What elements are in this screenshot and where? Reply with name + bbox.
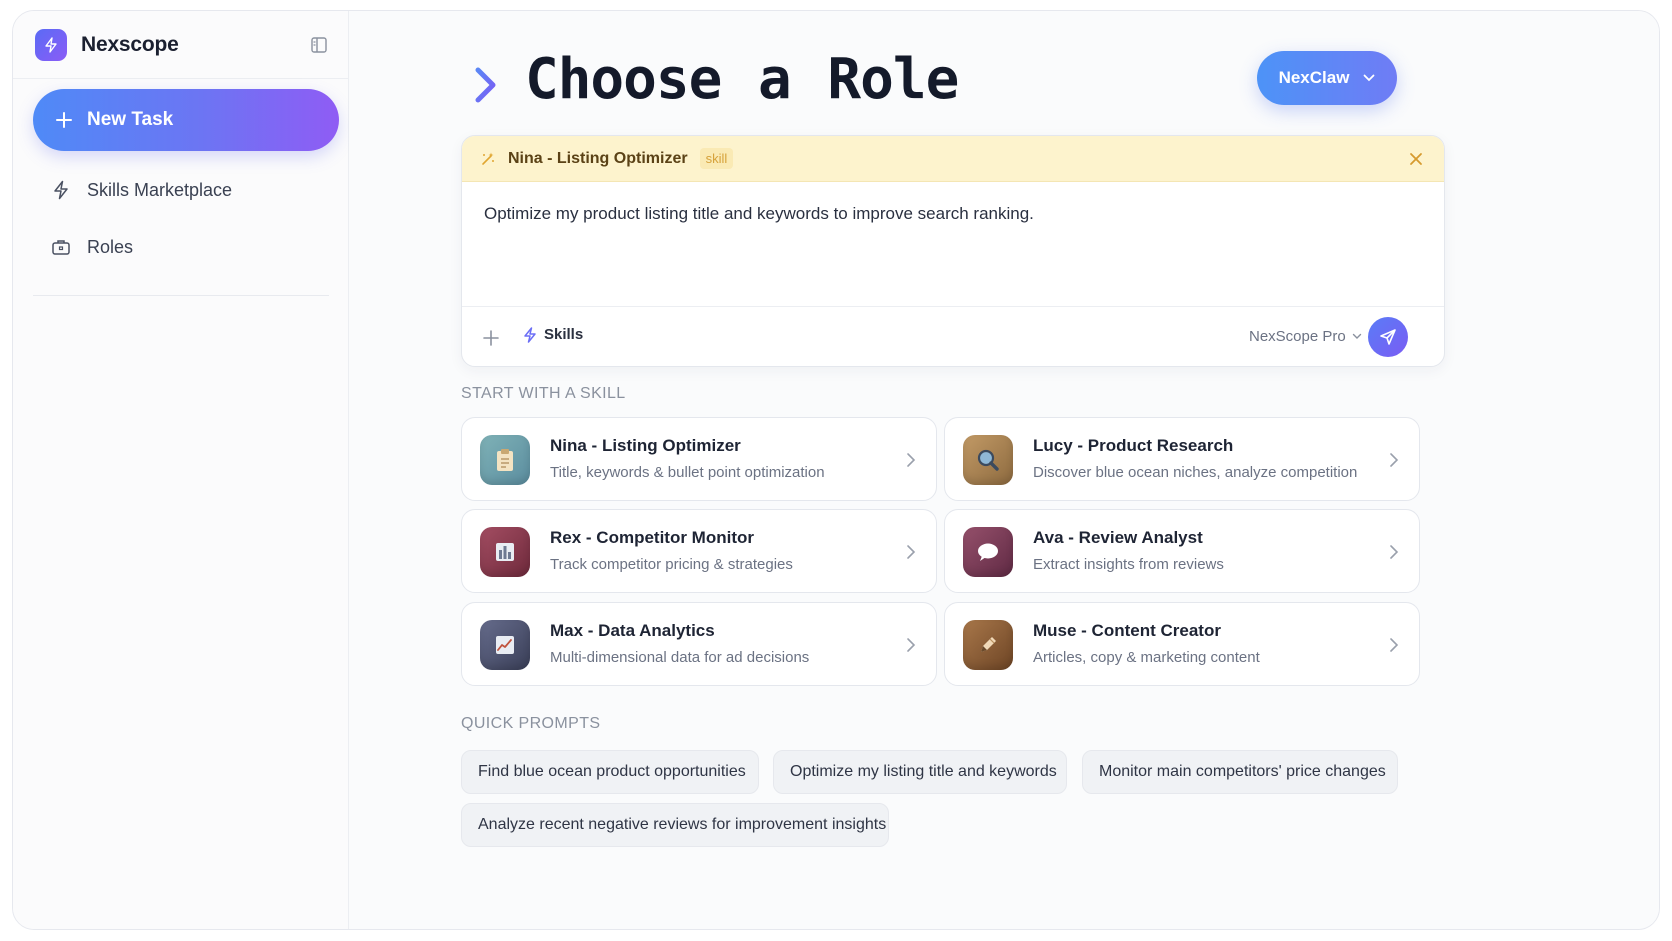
- chevron-right-icon: [907, 453, 916, 467]
- model-select[interactable]: NexScope Pro: [1249, 328, 1362, 345]
- task-composer: Nina - Listing Optimizer skill Optimize …: [461, 135, 1445, 367]
- divider: [33, 295, 329, 296]
- skill-card-rex[interactable]: Rex - Competitor Monitor Track competito…: [461, 509, 937, 593]
- quick-prompt-chip[interactable]: Analyze recent negative reviews for impr…: [461, 803, 889, 847]
- chevron-right-icon: [907, 545, 916, 559]
- sidebar: Nexscope New Task Skills Marketplace Rol…: [13, 11, 349, 929]
- speech-bubble-icon: [963, 527, 1013, 577]
- quick-prompt-chip[interactable]: Find blue ocean product opportunities: [461, 750, 759, 794]
- paper-plane-icon: [1380, 329, 1396, 345]
- app-name: Nexscope: [81, 32, 179, 56]
- chevron-right-icon: [1390, 545, 1399, 559]
- new-task-label: New Task: [87, 109, 174, 130]
- skill-card-title: Ava - Review Analyst: [1033, 528, 1203, 547]
- bar-chart-icon: [480, 527, 530, 577]
- skill-card-max[interactable]: Max - Data Analytics Multi-dimensional d…: [461, 602, 937, 686]
- pencil-icon: [963, 620, 1013, 670]
- skill-card-ava[interactable]: Ava - Review Analyst Extract insights fr…: [944, 509, 1420, 593]
- line-chart-icon: [480, 620, 530, 670]
- sidebar-toggle-icon[interactable]: [310, 36, 328, 54]
- quick-prompt-chip[interactable]: Monitor main competitors' price changes: [1082, 750, 1398, 794]
- skills-button[interactable]: Skills: [522, 326, 583, 343]
- skill-card-subtitle: Discover blue ocean niches, analyze comp…: [1033, 464, 1358, 481]
- section-label-quick-prompts: QUICK PROMPTS: [461, 715, 601, 732]
- lightning-icon: [524, 326, 536, 343]
- skill-card-muse[interactable]: Muse - Content Creator Articles, copy & …: [944, 602, 1420, 686]
- magnifier-icon: [963, 435, 1013, 485]
- sidebar-item-label: Roles: [87, 236, 134, 257]
- selected-skill-banner: Nina - Listing Optimizer skill: [462, 136, 1444, 182]
- skills-button-label: Skills: [544, 326, 584, 343]
- skill-card-subtitle: Multi-dimensional data for ad decisions: [550, 649, 810, 666]
- quick-prompt-chip[interactable]: Optimize my listing title and keywords: [773, 750, 1067, 794]
- send-button[interactable]: [1368, 317, 1408, 357]
- skill-card-subtitle: Extract insights from reviews: [1033, 556, 1224, 573]
- magic-wand-icon: [482, 152, 494, 165]
- main-content: Choose a Role NexClaw Nina - Listing Opt…: [349, 11, 1659, 929]
- sidebar-item-roles[interactable]: Roles: [51, 232, 133, 262]
- app-window: Nexscope New Task Skills Marketplace Rol…: [12, 10, 1660, 930]
- agent-selector-label: NexClaw: [1278, 68, 1350, 87]
- skill-card-title: Nina - Listing Optimizer: [550, 436, 741, 455]
- chevron-right-icon: [1390, 453, 1399, 467]
- add-attachment-icon[interactable]: [482, 329, 500, 347]
- skill-card-title: Max - Data Analytics: [550, 621, 715, 640]
- sidebar-item-skills-marketplace[interactable]: Skills Marketplace: [51, 175, 232, 205]
- chevron-down-icon: [1364, 74, 1375, 82]
- skill-tag-badge: skill: [699, 148, 734, 169]
- model-select-label: NexScope Pro: [1249, 328, 1346, 345]
- section-label-skills: START WITH A SKILL: [461, 385, 626, 402]
- page-title: Choose a Role: [525, 47, 959, 112]
- skill-card-title: Lucy - Product Research: [1033, 436, 1234, 455]
- skill-card-lucy[interactable]: Lucy - Product Research Discover blue oc…: [944, 417, 1420, 501]
- clipboard-icon: [480, 435, 530, 485]
- lightning-logo-icon: [35, 28, 67, 61]
- briefcase-icon: [52, 240, 70, 255]
- skill-card-nina[interactable]: Nina - Listing Optimizer Title, keywords…: [461, 417, 937, 501]
- skill-card-subtitle: Articles, copy & marketing content: [1033, 649, 1260, 666]
- selected-skill-name: Nina - Listing Optimizer: [508, 149, 688, 167]
- plus-icon: [56, 112, 72, 128]
- prompt-input[interactable]: Optimize my product listing title and ke…: [484, 204, 1424, 224]
- brand: Nexscope: [13, 11, 348, 79]
- skill-card-subtitle: Track competitor pricing & strategies: [550, 556, 793, 573]
- sidebar-item-label: Skills Marketplace: [87, 179, 233, 200]
- skill-card-subtitle: Title, keywords & bullet point optimizat…: [550, 464, 825, 481]
- skill-card-title: Muse - Content Creator: [1033, 621, 1221, 640]
- chevron-right-icon: [475, 67, 496, 103]
- chevron-right-icon: [1390, 638, 1399, 652]
- agent-selector-button[interactable]: NexClaw: [1257, 51, 1397, 105]
- chevron-down-icon: [1352, 333, 1361, 339]
- lightning-icon: [54, 180, 68, 200]
- close-icon[interactable]: [1408, 151, 1424, 167]
- new-task-button[interactable]: New Task: [33, 89, 339, 151]
- chevron-right-icon: [907, 638, 916, 652]
- skill-card-title: Rex - Competitor Monitor: [550, 528, 754, 547]
- composer-toolbar: Skills NexScope Pro: [462, 306, 1444, 366]
